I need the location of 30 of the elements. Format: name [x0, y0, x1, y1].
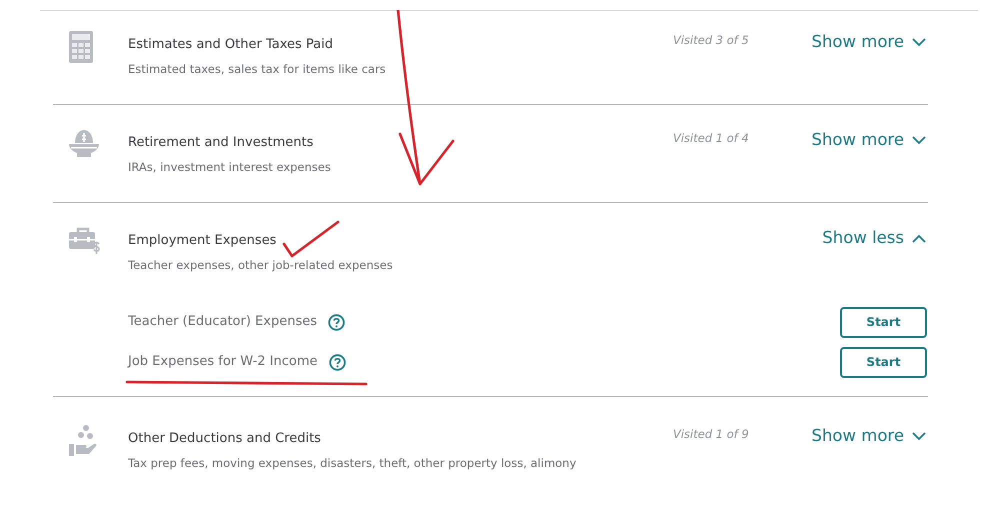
chevron-down-icon	[912, 136, 926, 144]
hand-coins-icon	[68, 425, 98, 457]
section-title: Retirement and Investments	[128, 134, 314, 152]
money-bag-icon	[68, 129, 100, 159]
start-button[interactable]: Start	[840, 346, 927, 378]
show-more-toggle[interactable]: Show more	[811, 129, 926, 151]
calculator-icon	[68, 31, 94, 63]
section-description: Estimated taxes, sales tax for items like cars	[128, 61, 387, 78]
help-icon[interactable]	[328, 354, 346, 370]
visited-count: Visited 1 of 9	[673, 427, 749, 441]
chevron-down-icon	[912, 38, 926, 46]
item-label: Job Expenses for W-2 Income	[128, 353, 318, 372]
section-description: IRAs, investment interest expenses	[128, 159, 332, 176]
check-mark-annotation	[282, 220, 340, 258]
visited-count: Visited 1 of 4	[673, 131, 749, 145]
start-button[interactable]: Start	[840, 306, 927, 338]
show-more-toggle[interactable]: Show more	[811, 425, 926, 447]
section-description: Tax prep fees, moving expenses, disasters, theft, other property loss, alimony	[128, 455, 578, 472]
section-description: Teacher expenses, other job-related expenses	[128, 257, 394, 274]
chevron-down-icon	[912, 432, 926, 440]
section-title: Employment Expenses	[128, 232, 276, 250]
help-icon[interactable]	[328, 314, 345, 330]
briefcase-dollar-icon	[68, 227, 100, 257]
visited-count: Visited 3 of 5	[673, 33, 749, 47]
show-more-toggle[interactable]: Show more	[811, 31, 926, 53]
section-title: Estimates and Other Taxes Paid	[128, 36, 333, 54]
chevron-up-icon	[912, 234, 926, 242]
show-less-toggle[interactable]: Show less	[822, 227, 926, 249]
section-title: Other Deductions and Credits	[128, 430, 321, 448]
item-label: Teacher (Educator) Expenses	[128, 313, 317, 332]
